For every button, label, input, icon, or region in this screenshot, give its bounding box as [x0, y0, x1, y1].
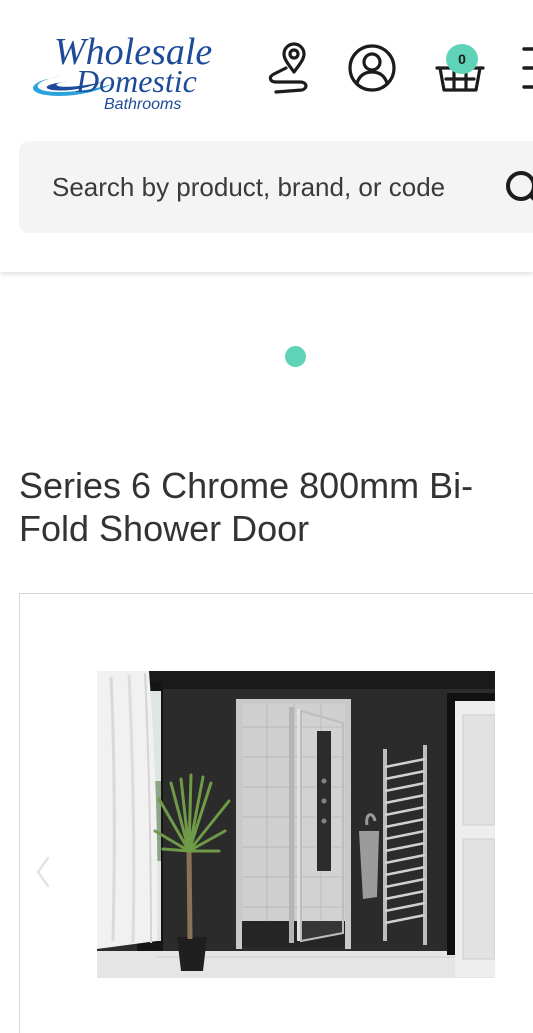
account-icon[interactable]: [346, 40, 398, 96]
menu-icon[interactable]: [514, 40, 533, 96]
chevron-left-icon[interactable]: [30, 852, 56, 892]
cart-count-badge: 0: [446, 44, 478, 74]
site-header: Wholesale Domestic Bathrooms 0: [0, 0, 533, 272]
search-icon[interactable]: [502, 165, 533, 213]
product-title: Series 6 Chrome 800mm Bi-Fold Shower Doo…: [19, 465, 474, 549]
product-image[interactable]: [97, 671, 495, 978]
carousel-dot-active[interactable]: [285, 346, 306, 367]
search-input[interactable]: [52, 165, 478, 209]
site-logo[interactable]: Wholesale Domestic Bathrooms: [24, 22, 224, 116]
logo-text-line2: Domestic: [75, 63, 197, 99]
store-locator-icon[interactable]: [262, 40, 314, 96]
search-bar: [19, 141, 533, 233]
logo-text-line3: Bathrooms: [104, 96, 181, 113]
